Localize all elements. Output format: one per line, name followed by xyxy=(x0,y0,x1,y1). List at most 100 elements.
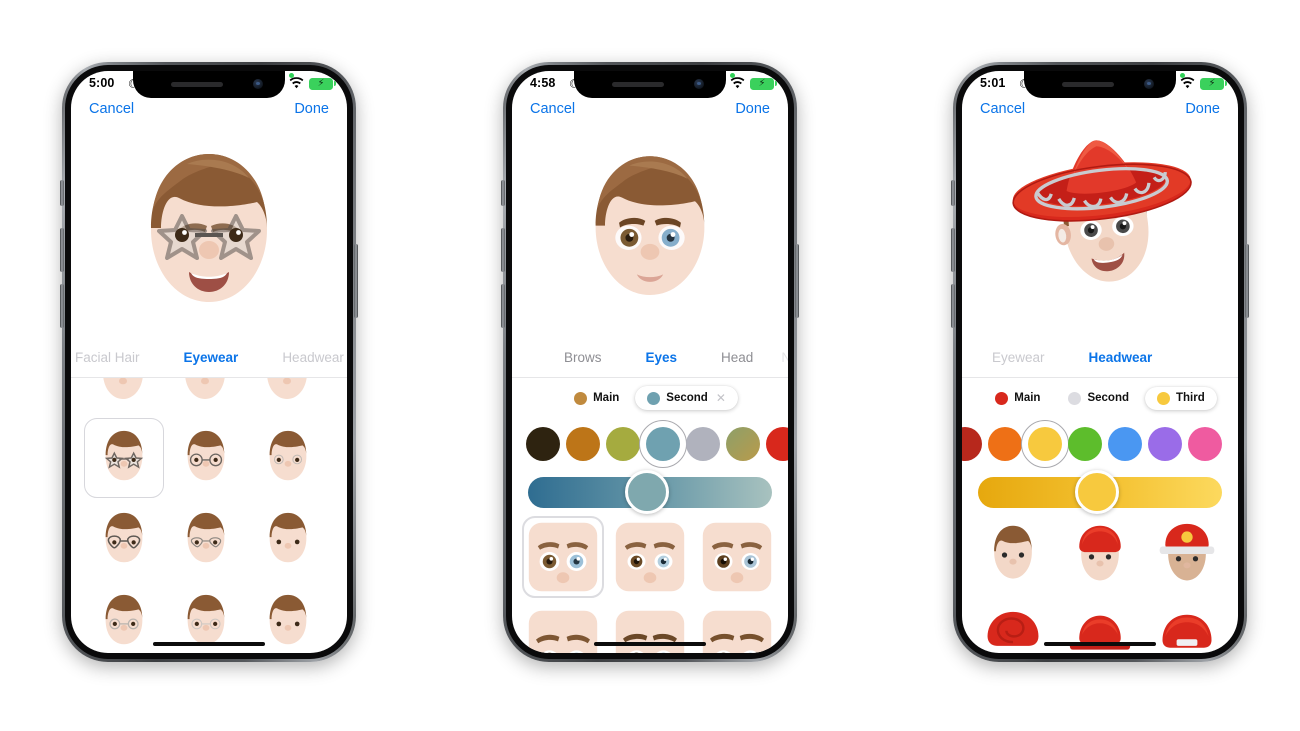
layer-pill-main[interactable]: Main xyxy=(983,387,1052,410)
close-icon[interactable]: ✕ xyxy=(716,391,726,405)
grid-item[interactable] xyxy=(248,500,328,580)
color-swatch[interactable] xyxy=(1188,427,1222,461)
avatar[interactable] xyxy=(129,132,289,327)
grid-item[interactable] xyxy=(166,500,246,580)
color-swatch[interactable] xyxy=(962,427,982,461)
grid-item[interactable] xyxy=(1059,516,1141,596)
phone-1-screen: 5:00 ☾ ⚡ Cancel Done Facial Hair Eyewear… xyxy=(71,71,347,653)
tab-facial-hair[interactable]: Facial Hair xyxy=(71,350,162,365)
color-swatch[interactable] xyxy=(726,427,760,461)
done-button[interactable]: Done xyxy=(294,101,329,117)
power-button[interactable] xyxy=(354,244,358,318)
grid-item[interactable] xyxy=(84,500,164,580)
layer-color-swatch-second xyxy=(1068,391,1082,405)
grid-item[interactable] xyxy=(84,582,164,653)
color-swatch[interactable] xyxy=(566,427,600,461)
wifi-icon xyxy=(289,77,304,89)
color-swatch-selected[interactable] xyxy=(1028,427,1062,461)
grid-item[interactable] xyxy=(972,602,1054,653)
headwear-grid[interactable] xyxy=(962,516,1238,653)
grid-item[interactable] xyxy=(522,604,604,653)
color-swatch-row[interactable] xyxy=(962,418,1238,470)
phone-3-screen: 5:01 ☾ ⚡ Cancel Done Eyewear Headwear Ma… xyxy=(962,71,1238,653)
mute-switch[interactable] xyxy=(501,180,505,206)
grid-item[interactable] xyxy=(972,516,1054,596)
avatar[interactable] xyxy=(575,132,725,322)
color-swatch[interactable] xyxy=(686,427,720,461)
color-swatch[interactable] xyxy=(526,427,560,461)
color-swatch[interactable] xyxy=(1068,427,1102,461)
tab-eyewear[interactable]: Eyewear xyxy=(162,350,261,365)
category-tab-bar: Facial Hair Eyewear Headwear xyxy=(71,337,347,378)
grid-item[interactable] xyxy=(166,418,246,498)
grid-item[interactable] xyxy=(1146,602,1228,653)
mute-switch[interactable] xyxy=(60,180,64,206)
tab-headwear[interactable]: Headwear xyxy=(260,350,347,365)
grid-item[interactable] xyxy=(609,516,691,598)
volume-up-button[interactable] xyxy=(60,228,64,272)
grid-item-selected[interactable] xyxy=(522,516,604,598)
avatar-preview xyxy=(962,132,1238,337)
avatar[interactable] xyxy=(1003,132,1208,312)
home-indicator[interactable] xyxy=(153,641,265,646)
tab-eyes[interactable]: Eyes xyxy=(624,350,700,365)
status-bar: 4:58 ☾ ⚡ xyxy=(512,71,788,98)
grid-item[interactable] xyxy=(696,516,778,598)
layer-label-main: Main xyxy=(593,392,620,404)
cancel-button[interactable]: Cancel xyxy=(530,101,575,117)
color-swatch[interactable] xyxy=(766,427,788,461)
color-swatch[interactable] xyxy=(606,427,640,461)
layer-pill-main[interactable]: Main xyxy=(562,387,631,410)
layer-pill-second[interactable]: Second xyxy=(1056,387,1141,410)
grid-item[interactable] xyxy=(696,604,778,653)
eyes-grid[interactable] xyxy=(512,516,788,653)
power-button[interactable] xyxy=(795,244,799,318)
category-tab-bar: Eyewear Headwear xyxy=(962,337,1238,378)
mute-switch[interactable] xyxy=(951,180,955,206)
volume-down-button[interactable] xyxy=(951,284,955,328)
done-button[interactable]: Done xyxy=(1185,101,1220,117)
color-swatch[interactable] xyxy=(1148,427,1182,461)
volume-up-button[interactable] xyxy=(951,228,955,272)
power-button[interactable] xyxy=(1245,244,1249,318)
cancel-button[interactable]: Cancel xyxy=(89,101,134,117)
volume-down-button[interactable] xyxy=(501,284,505,328)
tab-eyewear[interactable]: Eyewear xyxy=(970,350,1067,365)
status-bar: 5:00 ☾ ⚡ xyxy=(71,71,347,98)
crescent-moon-icon: ☾ xyxy=(569,77,580,91)
tab-brows[interactable]: Brows xyxy=(542,350,624,365)
grid-item-selected[interactable] xyxy=(84,418,164,498)
airplane-mode-icon xyxy=(272,78,283,89)
grid-item[interactable] xyxy=(166,378,244,412)
done-button[interactable]: Done xyxy=(735,101,770,117)
volume-up-button[interactable] xyxy=(501,228,505,272)
color-swatch[interactable] xyxy=(988,427,1022,461)
color-swatch-row[interactable] xyxy=(512,418,788,470)
phone-2-screen: 4:58 ☾ ⚡ Cancel Done Brows Eyes Head N M… xyxy=(512,71,788,653)
cancel-button[interactable]: Cancel xyxy=(980,101,1025,117)
grid-item[interactable] xyxy=(84,378,162,412)
slider-knob[interactable] xyxy=(625,470,669,514)
grid-item[interactable] xyxy=(248,418,328,498)
battery-charging-icon: ⚡ xyxy=(1200,77,1227,90)
volume-down-button[interactable] xyxy=(60,284,64,328)
wifi-icon xyxy=(1180,77,1195,89)
shade-slider[interactable] xyxy=(512,470,788,516)
slider-knob[interactable] xyxy=(1075,470,1119,514)
shade-slider[interactable] xyxy=(962,470,1238,516)
tab-nose-partial[interactable]: N xyxy=(775,350,788,365)
color-swatch-selected[interactable] xyxy=(646,427,680,461)
grid-item[interactable] xyxy=(1146,516,1228,596)
eyewear-grid[interactable] xyxy=(71,378,347,653)
layer-pill-third[interactable]: Third xyxy=(1145,386,1217,410)
grid-item[interactable] xyxy=(248,378,326,412)
status-icons: ⚡ xyxy=(712,77,777,90)
tab-headwear[interactable]: Headwear xyxy=(1067,350,1175,365)
status-bar: 5:01 ☾ ⚡ xyxy=(962,71,1238,98)
tab-head[interactable]: Head xyxy=(699,350,775,365)
home-indicator[interactable] xyxy=(1044,641,1156,646)
home-indicator[interactable] xyxy=(594,641,706,646)
color-swatch[interactable] xyxy=(1108,427,1142,461)
nav-bar: Cancel Done xyxy=(962,98,1238,132)
layer-pill-second[interactable]: Second ✕ xyxy=(635,386,738,410)
